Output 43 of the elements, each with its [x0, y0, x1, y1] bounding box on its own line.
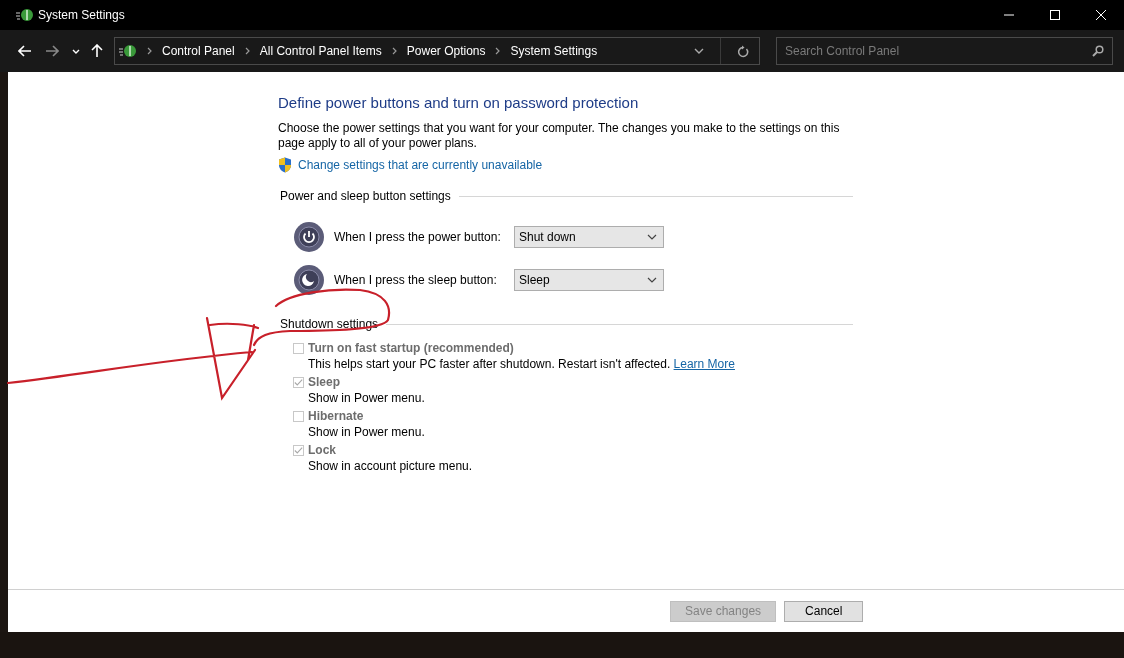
setting-label: When I press the sleep button:	[334, 272, 498, 287]
action-button[interactable]: Cancel	[784, 600, 864, 622]
change-settings-link[interactable]: Change settings that are currently unavailable	[298, 158, 543, 172]
back-arrow-icon[interactable]	[18, 45, 32, 57]
section-title: Power and sleep button settings	[280, 189, 451, 203]
option-label: Turn on fast startup (recommended)	[308, 341, 515, 355]
maximize-icon[interactable]	[1049, 9, 1061, 21]
power-options-icon	[119, 43, 137, 59]
search-icon	[1092, 45, 1104, 57]
breadcrumb-item[interactable]: System Settings	[510, 44, 598, 58]
power-options-icon	[16, 7, 34, 23]
forward-arrow-icon[interactable]	[45, 45, 59, 57]
chevron-right-icon[interactable]	[244, 47, 250, 55]
option-description: Show in Power menu.	[308, 391, 425, 405]
setting-label: When I press the power button:	[334, 229, 502, 244]
breadcrumb-item[interactable]: Control Panel	[162, 44, 235, 58]
breadcrumb-item[interactable]: Power Options	[406, 44, 486, 58]
page-heading: Define power buttons and turn on password protection	[278, 94, 640, 111]
chevron-right-icon[interactable]	[147, 47, 152, 55]
option-description: Show in Power menu.	[308, 425, 425, 439]
window-title: System Settings	[38, 8, 125, 22]
option-description: Show in account picture menu.	[308, 459, 473, 473]
shield-icon	[278, 157, 292, 173]
address-bar[interactable]: Control Panel All Control Panel Items Power Options System Settings	[114, 37, 760, 65]
action-dropdown[interactable]: Shut down	[514, 225, 664, 248]
chevron-down-icon[interactable]	[694, 48, 704, 54]
refresh-icon[interactable]	[737, 44, 749, 58]
power-button-icon	[293, 220, 325, 253]
up-arrow-icon[interactable]	[91, 44, 103, 58]
chevron-down-icon	[647, 276, 657, 283]
chevron-right-icon[interactable]	[391, 47, 397, 55]
option-label: Lock	[308, 443, 337, 457]
option-label: Hibernate	[308, 409, 365, 423]
search-field[interactable]: Search Control Panel	[776, 37, 1113, 65]
option-description: This helps start your PC faster after shutdown. Restart isn't affected.	[308, 357, 671, 371]
chevron-down-icon	[647, 233, 657, 240]
moon-button-icon	[293, 263, 325, 296]
chevron-right-icon[interactable]	[495, 47, 501, 55]
breadcrumb-item[interactable]: All Control Panel Items	[259, 44, 382, 58]
page-description: Choose the power settings that you want for your computer. The changes you make to the settings on this page apply to all of your power plans.	[278, 121, 841, 151]
close-icon[interactable]	[1095, 9, 1107, 21]
option-label: Sleep	[308, 375, 341, 389]
action-dropdown[interactable]: Sleep	[514, 268, 664, 291]
